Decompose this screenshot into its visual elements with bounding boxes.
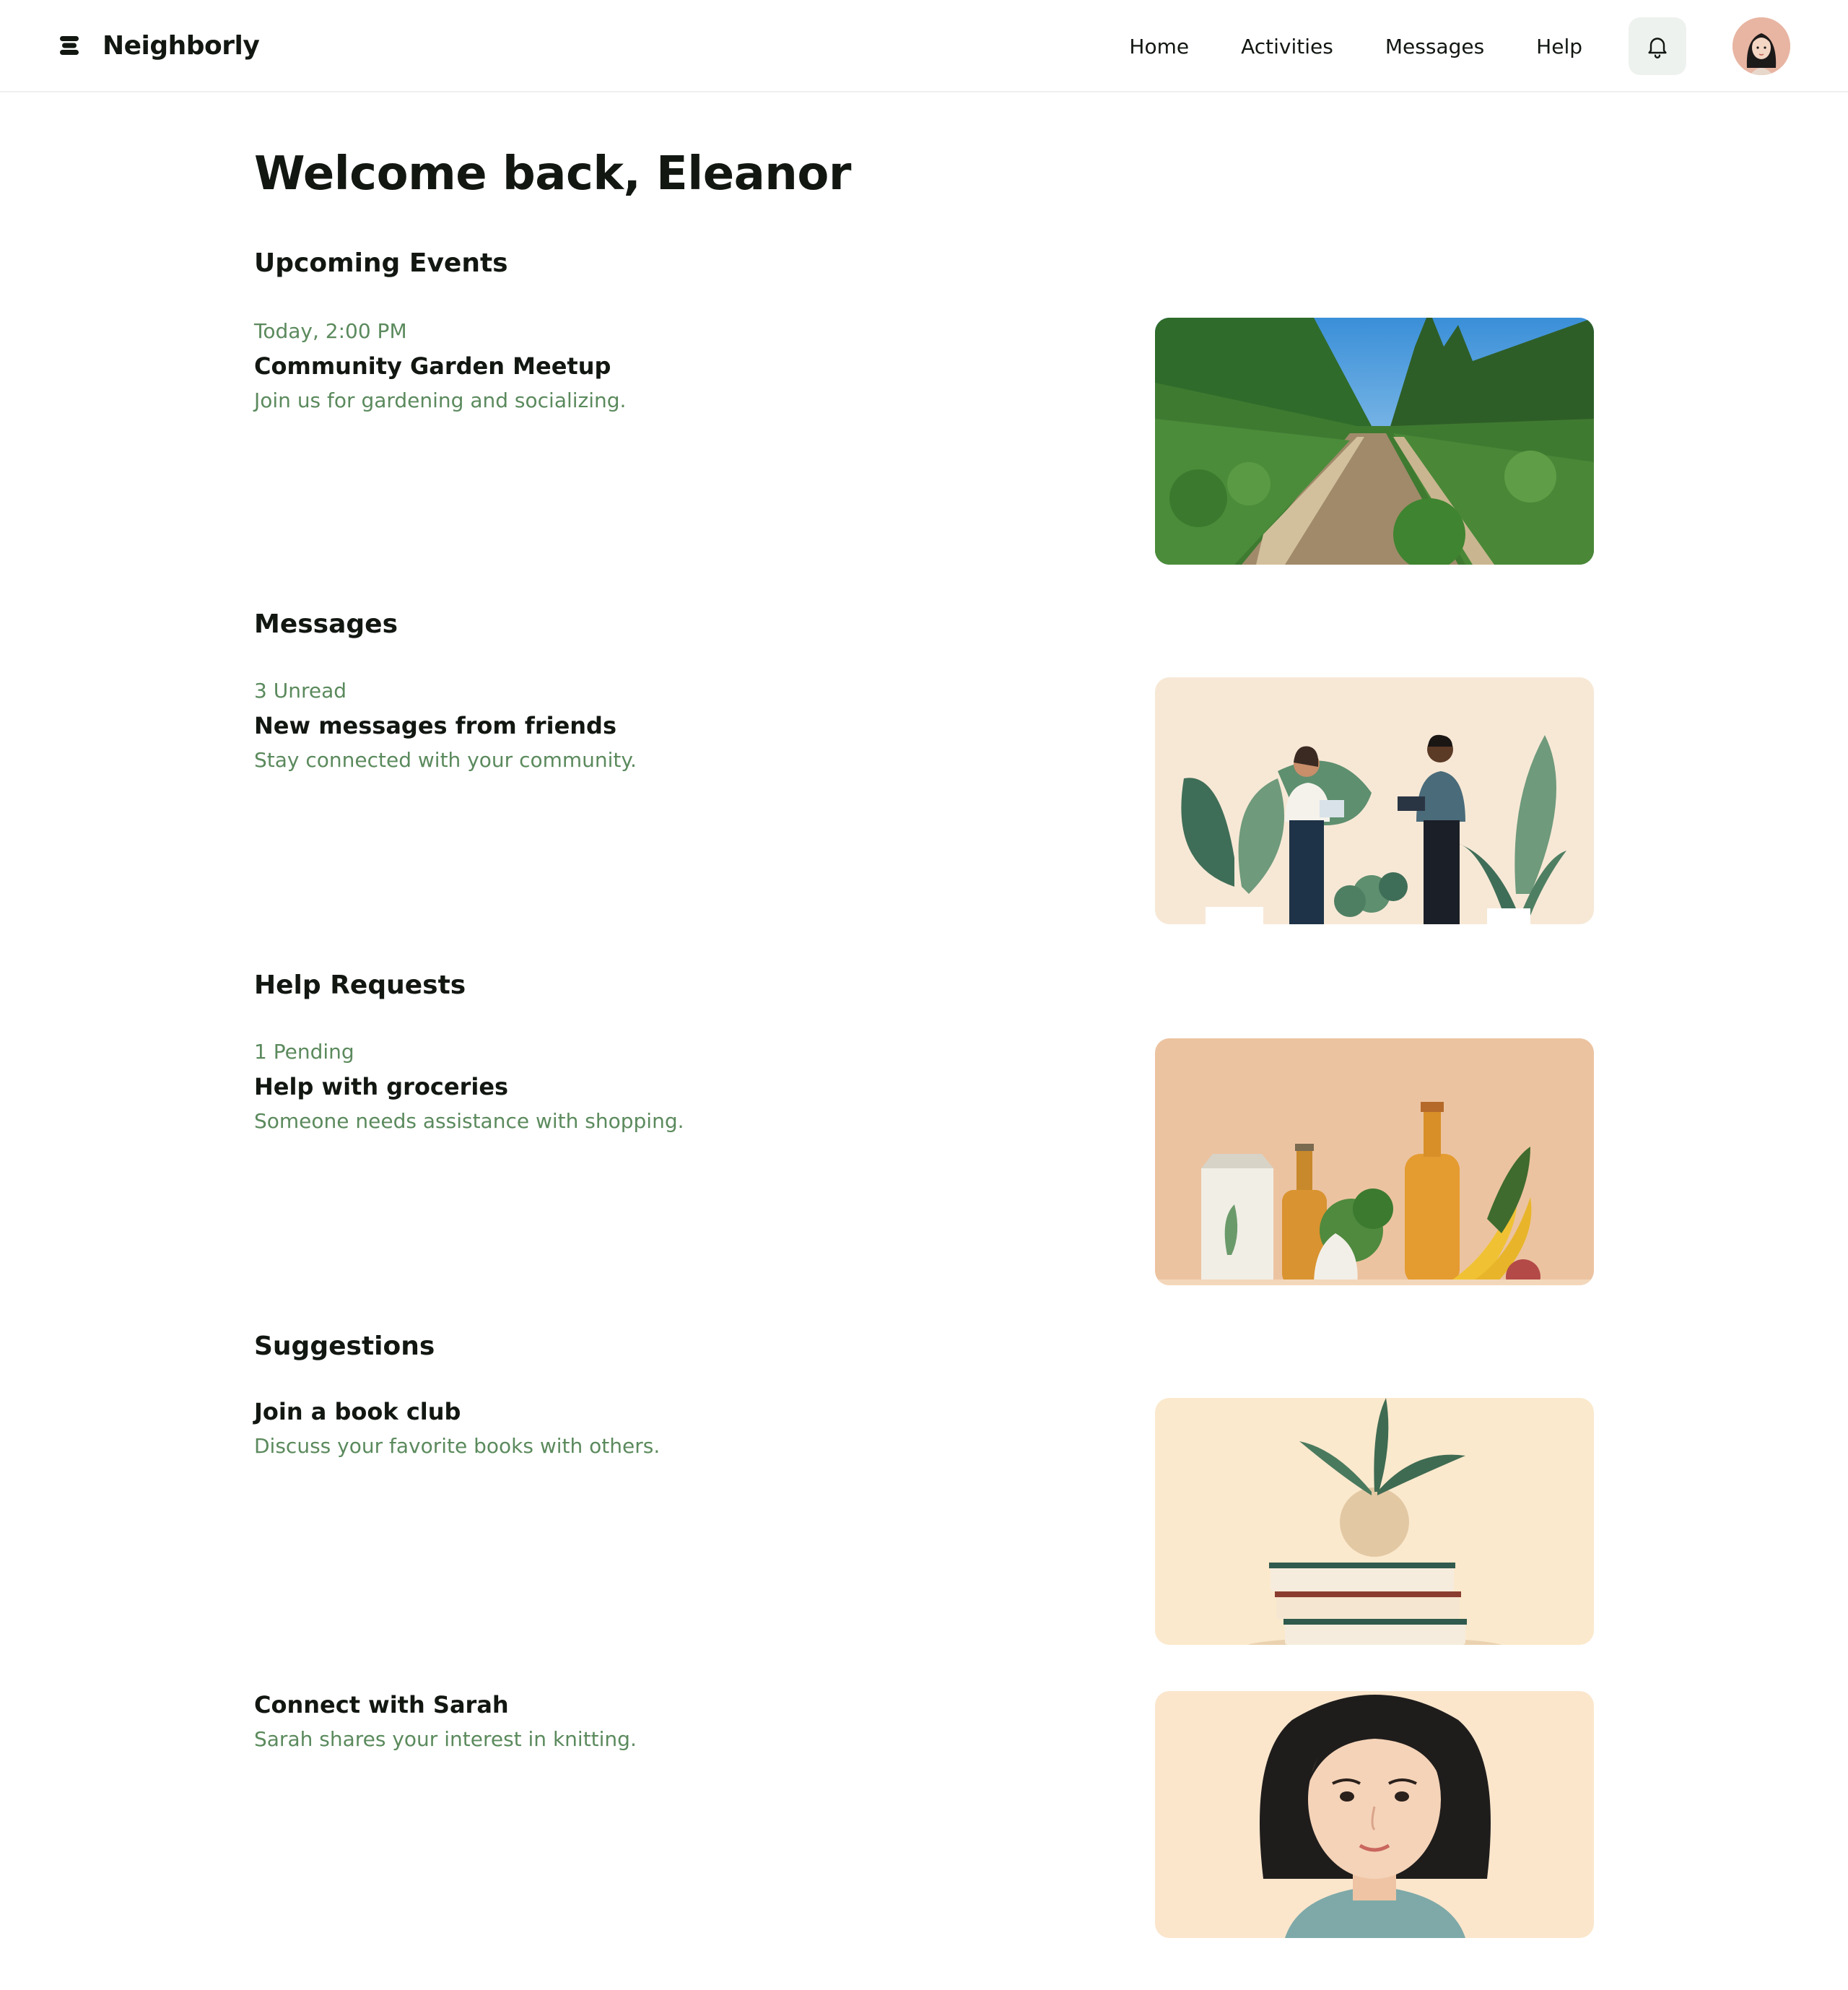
help-request-title[interactable]: Help with groceries xyxy=(254,1073,508,1100)
help-pending-count: 1 Pending xyxy=(254,1040,354,1064)
messages-description: Stay connected with your community. xyxy=(254,748,637,772)
suggestion-title[interactable]: Connect with Sarah xyxy=(254,1691,509,1719)
event-image[interactable] xyxy=(1155,318,1594,565)
section-title-events: Upcoming Events xyxy=(254,248,508,278)
nav-home[interactable]: Home xyxy=(1129,35,1189,58)
messages-title[interactable]: New messages from friends xyxy=(254,712,616,739)
nav-activities[interactable]: Activities xyxy=(1241,35,1333,58)
suggestion-description: Sarah shares your interest in knitting. xyxy=(254,1727,637,1751)
messages-image[interactable] xyxy=(1155,677,1594,924)
nav-help[interactable]: Help xyxy=(1536,35,1582,58)
brand[interactable]: Neighborly xyxy=(58,30,260,61)
app-name: Neighborly xyxy=(103,30,260,61)
help-image[interactable] xyxy=(1155,1038,1594,1285)
sarah-portrait-image[interactable] xyxy=(1155,1691,1594,1938)
section-title-messages: Messages xyxy=(254,609,398,639)
notifications-button[interactable] xyxy=(1629,17,1686,75)
messages-unread-count: 3 Unread xyxy=(254,679,347,703)
suggestion-description: Discuss your favorite books with others. xyxy=(254,1434,661,1458)
user-avatar[interactable] xyxy=(1732,17,1790,75)
section-title-help: Help Requests xyxy=(254,970,466,1000)
bell-icon xyxy=(1648,38,1667,58)
suggestion-title[interactable]: Join a book club xyxy=(254,1398,461,1425)
main-nav: Home Activities Messages Help xyxy=(1129,0,1790,92)
help-request-description: Someone needs assistance with shopping. xyxy=(254,1109,684,1133)
user-avatar-image xyxy=(1732,17,1790,75)
nav-messages[interactable]: Messages xyxy=(1385,35,1484,58)
neighborly-logo-icon xyxy=(60,36,79,55)
section-title-suggestions: Suggestions xyxy=(254,1331,435,1361)
top-bar: Neighborly Home Activities Messages Help xyxy=(0,0,1848,92)
event-time: Today, 2:00 PM xyxy=(254,319,407,343)
event-description: Join us for gardening and socializing. xyxy=(254,388,627,412)
page-title: Welcome back, Eleanor xyxy=(254,147,851,201)
event-title[interactable]: Community Garden Meetup xyxy=(254,352,611,380)
book-club-image[interactable] xyxy=(1155,1398,1594,1645)
